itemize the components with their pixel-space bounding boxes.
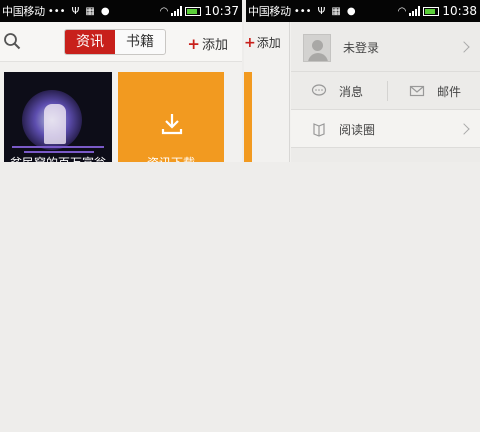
status-right-group: ◠ 10:38 [398,4,480,18]
reading-circle-label: 阅读圈 [339,123,376,137]
poster-line [24,151,94,153]
android-icon: ● [346,5,356,17]
storage-icon: ▦ [331,5,341,17]
book-icon [313,123,325,137]
content-tab-switch: 资讯 书籍 [64,29,166,55]
plus-icon: + [244,35,256,51]
status-bar-right: 中国移动 ••• Ψ ▦ ● ◠ 10:38 [246,0,480,22]
mail-icon [409,85,425,97]
usb-icon: Ψ [71,5,80,17]
storage-icon: ▦ [85,5,95,17]
avatar [303,34,331,62]
add-button[interactable]: +添加 [244,34,281,51]
carrier-name: 中国移动 [248,5,291,18]
divider [387,81,388,101]
notification-dots: ••• [47,5,66,17]
menu-row-messages: 消息 邮件 [291,72,480,110]
wifi-icon: ◠ [397,5,407,17]
add-button[interactable]: +添加 [187,34,228,53]
menu-item-login[interactable]: 未登录 [291,22,480,72]
add-label: 添加 [256,36,281,50]
mail-button[interactable]: 邮件 [437,83,461,100]
notification-dots: ••• [293,5,312,17]
book-tile-poster[interactable]: 贫民窟的百万富翁 [4,72,112,162]
messages-button[interactable]: 消息 [339,83,363,100]
search-icon[interactable] [3,32,21,50]
poster-line [12,146,104,148]
download-icon [161,114,183,135]
chevron-right-icon [458,41,470,53]
poster-figure [44,104,66,144]
clock: 10:37 [204,4,239,18]
carrier-name: 中国移动 [2,5,45,18]
tile-caption: 资讯下载 [118,154,224,162]
chevron-right-icon [458,123,470,135]
bookshelf-screen: 资讯 书籍 +添加 贫民窟的百万富翁 资讯下载 [0,22,242,162]
android-icon: ● [100,5,110,17]
battery-icon [185,6,202,16]
message-icon [311,84,327,96]
login-label: 未登录 [343,41,380,55]
side-menu-screen: +添加 未登录 消息 邮件 阅读圈 [244,22,480,162]
tab-books[interactable]: 书籍 [115,30,165,54]
plus-icon: + [187,35,200,53]
signal-icon [409,6,421,16]
wifi-icon: ◠ [159,5,169,17]
top-toolbar: 资讯 书籍 + 添加 [0,22,242,62]
status-right-group: ◠ 10:37 [160,4,242,18]
signal-icon [171,6,183,16]
tile-caption: 贫民窟的百万富翁 [4,154,112,162]
status-bar-left: 中国移动 ••• Ψ ▦ ● ◠ 10:37 [0,0,242,22]
add-label: 添加 [201,38,228,53]
download-tile[interactable]: 资讯下载 [118,72,224,162]
main-content-peek[interactable]: +添加 [244,22,290,162]
battery-icon [423,6,440,16]
clock: 10:38 [442,4,477,18]
side-menu: 未登录 消息 邮件 阅读圈 [291,22,480,162]
menu-item-reading-circle[interactable]: 阅读圈 [291,110,480,148]
tab-news[interactable]: 资讯 [65,30,115,54]
download-tile-edge [244,72,252,162]
usb-icon: Ψ [317,5,326,17]
menu-item-partial[interactable] [291,148,480,162]
